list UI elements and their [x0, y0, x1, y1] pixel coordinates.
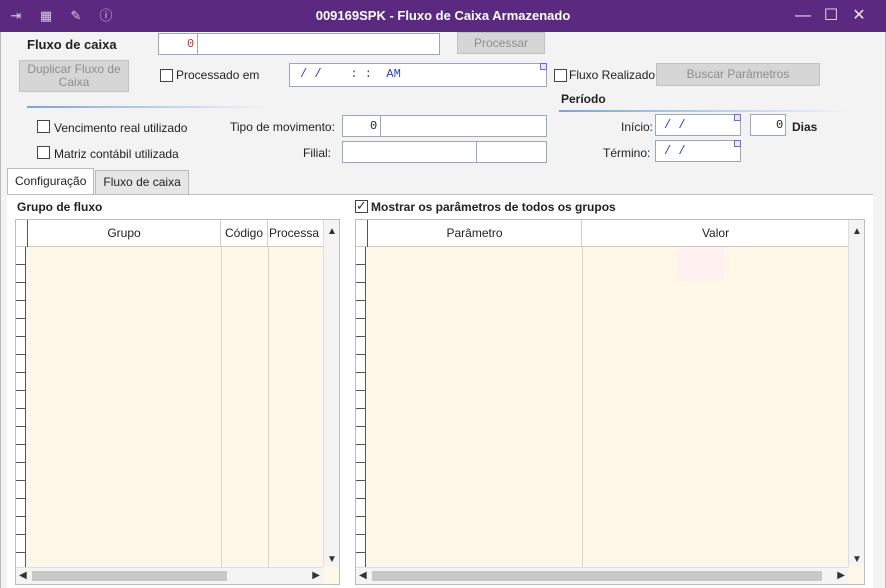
corner-marker	[734, 114, 741, 121]
column-divider	[268, 247, 269, 567]
dias-input[interactable]: 0	[750, 114, 786, 136]
window-title: 009169SPK - Fluxo de Caixa Armazenado	[315, 8, 571, 23]
scroll-thumb[interactable]	[32, 571, 227, 581]
scroll-left-icon[interactable]: ◀	[359, 570, 367, 581]
header-indicator	[16, 220, 28, 247]
tipo-movimento-input[interactable]: 0	[342, 115, 547, 137]
main-window: Fluxo de caixa 0 Processar Duplicar Flux…	[0, 32, 886, 588]
corner-marker	[734, 140, 741, 147]
filial-code-input[interactable]	[342, 141, 477, 163]
tab-configuracao[interactable]: Configuração	[7, 168, 95, 194]
column-codigo[interactable]: Código	[221, 220, 268, 247]
filial-label: Filial:	[303, 146, 332, 160]
dias-label: Dias	[792, 120, 818, 134]
row-indicators	[356, 247, 366, 567]
fluxo-caixa-label: Fluxo de caixa	[27, 37, 117, 52]
grid-header: Parâmetro Valor	[356, 220, 864, 247]
matriz-label: Matriz contábil utilizada	[54, 147, 179, 161]
fluxo-caixa-input[interactable]: 0	[158, 33, 440, 55]
processar-button[interactable]: Processar	[457, 32, 545, 54]
mostrar-parametros-label: Mostrar os parâmetros de todos os grupos	[371, 200, 616, 214]
vencimento-label: Vencimento real utilizado	[54, 121, 188, 135]
separator-left	[27, 106, 267, 108]
separator-periodo	[559, 110, 849, 112]
mostrar-parametros-checkbox[interactable]	[355, 198, 368, 214]
tab-bar: Configuração Fluxo de caixa	[7, 168, 190, 194]
grupo-fluxo-title: Grupo de fluxo	[17, 200, 103, 214]
scroll-up-icon[interactable]: ▲	[852, 226, 862, 237]
highlight-cell	[678, 247, 724, 281]
grupo-fluxo-grid[interactable]: Grupo Código Processa ▲ ▼ ◀ ▶	[15, 219, 340, 585]
scroll-down-icon[interactable]: ▼	[852, 554, 862, 565]
tab-fluxo-de-caixa[interactable]: Fluxo de caixa	[95, 170, 189, 194]
duplicar-fluxo-button[interactable]: Duplicar Fluxo de Caixa	[19, 60, 129, 92]
row-indicators	[16, 247, 26, 567]
termino-label: Término:	[603, 146, 651, 160]
scroll-right-icon[interactable]: ▶	[837, 570, 845, 581]
tab-panel: Grupo de fluxo Grupo Código Processa ▲ ▼…	[7, 194, 873, 588]
buscar-parametros-button[interactable]: Buscar Parâmetros	[656, 63, 820, 86]
filial-name-input[interactable]	[476, 141, 547, 163]
tipo-movimento-label: Tipo de movimento:	[230, 120, 335, 134]
periodo-label: Período	[561, 92, 606, 106]
scroll-right-icon[interactable]: ▶	[312, 570, 320, 581]
grid-header: Grupo Código Processa	[16, 220, 339, 247]
maximize-button[interactable]: ☐	[818, 0, 844, 32]
scroll-left-icon[interactable]: ◀	[19, 570, 27, 581]
column-parametro[interactable]: Parâmetro	[368, 220, 582, 247]
scroll-thumb[interactable]	[372, 571, 822, 581]
column-valor[interactable]: Valor	[582, 220, 849, 247]
processado-checkbox[interactable]	[160, 69, 173, 82]
fluxo-realizado-checkbox[interactable]	[554, 69, 567, 82]
column-divider	[582, 247, 583, 567]
scroll-down-icon[interactable]: ▼	[327, 554, 337, 565]
column-processa[interactable]: Processa	[268, 220, 324, 247]
column-divider	[221, 247, 222, 567]
processado-label: Processado em	[176, 68, 260, 82]
parametros-grid[interactable]: Parâmetro Valor ▲ ▼ ◀ ▶	[355, 219, 865, 585]
header-indicator	[356, 220, 368, 247]
inicio-label: Início:	[621, 120, 654, 134]
scroll-up-icon[interactable]: ▲	[327, 226, 337, 237]
horizontal-scrollbar[interactable]: ◀ ▶	[16, 567, 323, 584]
column-grupo[interactable]: Grupo	[28, 220, 221, 247]
termino-input[interactable]: / /	[655, 140, 741, 162]
processado-em-input[interactable]: / / : : AM	[289, 63, 547, 87]
minimize-button[interactable]: —	[790, 0, 816, 32]
close-button[interactable]: ✕	[846, 0, 872, 32]
vencimento-checkbox[interactable]	[37, 120, 50, 133]
corner-marker	[540, 63, 547, 70]
vertical-scrollbar[interactable]: ▲ ▼	[323, 220, 339, 567]
horizontal-scrollbar[interactable]: ◀ ▶	[356, 567, 848, 584]
matriz-checkbox[interactable]	[37, 146, 50, 159]
vertical-scrollbar[interactable]: ▲ ▼	[848, 220, 864, 567]
title-bar: ⇥ ▦ ✎ ⓘ 009169SPK - Fluxo de Caixa Armaz…	[0, 0, 886, 32]
fluxo-realizado-label: Fluxo Realizado	[569, 68, 656, 82]
inicio-input[interactable]: / /	[655, 114, 741, 136]
